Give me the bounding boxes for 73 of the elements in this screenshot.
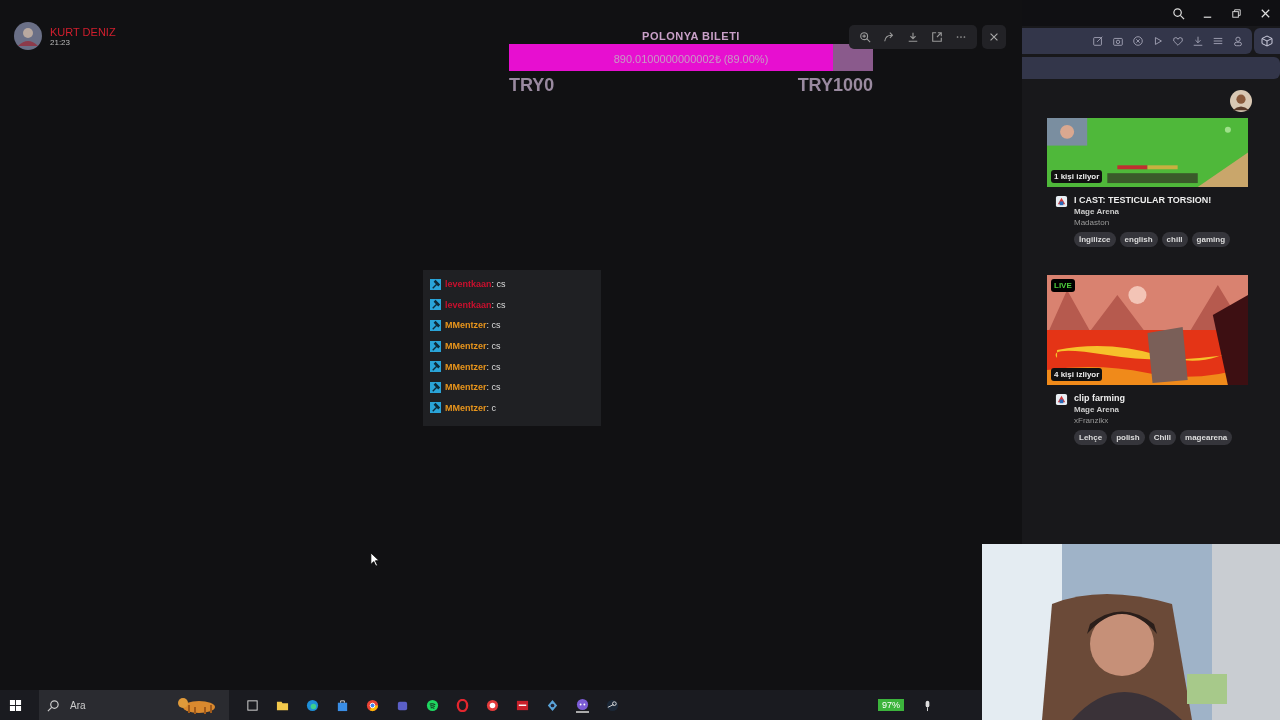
streamer-name: KURT DENIZ bbox=[50, 25, 116, 38]
user-icon[interactable] bbox=[1232, 35, 1244, 47]
hammer-icon bbox=[430, 340, 441, 352]
edit-icon[interactable] bbox=[1092, 35, 1104, 47]
restore-icon[interactable] bbox=[1230, 6, 1243, 20]
tag[interactable]: english bbox=[1119, 232, 1158, 247]
windows-icon[interactable] bbox=[9, 698, 22, 712]
search-field[interactable]: Ara bbox=[68, 698, 167, 712]
stream-title[interactable]: clip farming bbox=[1074, 393, 1233, 403]
chat-message: MMentzer: cs bbox=[445, 382, 501, 393]
close-button[interactable] bbox=[982, 25, 1006, 49]
tag[interactable]: chill bbox=[1161, 232, 1188, 247]
category-link[interactable]: Mage Arena bbox=[1074, 405, 1233, 414]
goal-reading: 890.0100000000002₺ (89.00%) bbox=[612, 52, 770, 66]
search-icon[interactable] bbox=[1172, 6, 1185, 20]
task-view-icon[interactable] bbox=[246, 698, 259, 712]
tag[interactable]: Chill bbox=[1148, 430, 1177, 445]
chat-app-icon[interactable] bbox=[576, 697, 589, 713]
close-icon bbox=[988, 31, 1000, 43]
ring-icon[interactable] bbox=[456, 698, 469, 712]
camera-icon[interactable] bbox=[1112, 35, 1124, 47]
hammer-icon bbox=[430, 381, 441, 393]
category-link[interactable]: Mage Arena bbox=[1074, 207, 1231, 216]
search-icon bbox=[47, 698, 60, 712]
game-icon[interactable] bbox=[1055, 195, 1068, 208]
viewer-count: 4 kişi izliyor bbox=[1051, 368, 1103, 381]
app-icon[interactable] bbox=[486, 698, 499, 712]
download-icon[interactable] bbox=[1192, 35, 1204, 47]
channel-name[interactable]: Madaston bbox=[1074, 218, 1231, 227]
live-badge: LIVE bbox=[1051, 279, 1075, 292]
search-bar[interactable]: Ara bbox=[39, 690, 229, 720]
share-icon[interactable] bbox=[883, 31, 895, 43]
hammer-icon bbox=[430, 299, 441, 311]
cursor-icon bbox=[370, 552, 380, 567]
tag[interactable]: Lehçe bbox=[1074, 430, 1108, 445]
avatar-icon bbox=[14, 22, 42, 50]
block-icon[interactable] bbox=[1132, 35, 1144, 47]
sliders-icon[interactable] bbox=[1212, 35, 1224, 47]
tag[interactable]: magearena bbox=[1180, 430, 1233, 445]
hammer-icon bbox=[430, 320, 441, 331]
tag[interactable]: polish bbox=[1111, 430, 1145, 445]
hammer-icon bbox=[430, 361, 441, 373]
viewer-count: 1 kişi izliyor bbox=[1051, 170, 1103, 183]
cube-icon[interactable] bbox=[1254, 28, 1280, 54]
goal-min: TRY0 bbox=[509, 75, 555, 96]
chat-message: MMentzer: cs bbox=[445, 341, 501, 352]
stream-title[interactable]: I CAST: TESTICULAR TORSION! bbox=[1074, 195, 1231, 205]
app-icon[interactable] bbox=[516, 698, 529, 712]
goal-max: TRY1000 bbox=[797, 75, 873, 96]
play-icon[interactable] bbox=[1152, 35, 1164, 47]
chat-message: MMentzer: cs bbox=[445, 320, 501, 331]
avatar-icon[interactable] bbox=[1230, 90, 1252, 112]
tag[interactable]: gaming bbox=[1191, 232, 1231, 247]
hammer-icon bbox=[430, 402, 441, 414]
browser-icon[interactable] bbox=[306, 698, 319, 712]
store-icon[interactable] bbox=[336, 698, 349, 712]
chat-message: MMentzer: c bbox=[445, 402, 497, 413]
heart-icon[interactable] bbox=[1172, 35, 1184, 47]
chat-message: leventkaan: cs bbox=[445, 299, 506, 310]
popout-icon[interactable] bbox=[931, 31, 943, 43]
hammer-icon bbox=[430, 278, 441, 290]
chat-message: MMentzer: cs bbox=[445, 361, 501, 372]
steam-icon[interactable] bbox=[606, 698, 619, 712]
channel-name[interactable]: xFranzikx bbox=[1074, 416, 1233, 425]
tag[interactable]: İngilizce bbox=[1074, 232, 1116, 247]
browser-icon[interactable] bbox=[366, 698, 379, 712]
zoom-icon[interactable] bbox=[859, 31, 871, 43]
music-icon[interactable] bbox=[426, 698, 439, 712]
goal-title: POLONYA BILETI bbox=[642, 30, 740, 42]
stream-time: 21:23 bbox=[50, 37, 72, 47]
chat-message: leventkaan: cs bbox=[445, 279, 506, 290]
download-icon[interactable] bbox=[907, 31, 919, 43]
game-icon[interactable] bbox=[1055, 393, 1068, 406]
